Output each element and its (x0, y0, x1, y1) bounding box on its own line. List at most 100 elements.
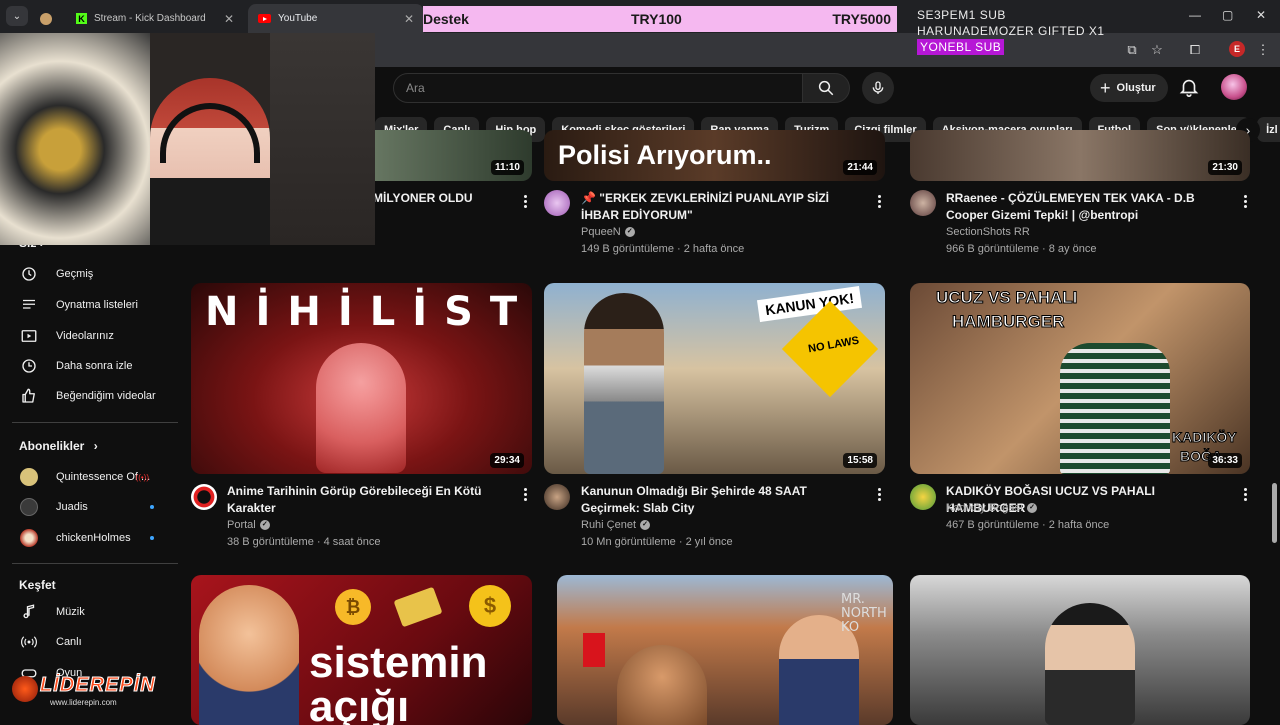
sidebar-item-label: Juadis (56, 501, 88, 513)
channel-avatar (20, 498, 38, 516)
install-app-icon[interactable]: ⧉ (1123, 41, 1141, 59)
thumbnail-text: NİHİLİST (205, 289, 532, 335)
tab-youtube[interactable]: YouTube ✕ (248, 4, 424, 33)
video-menu-button[interactable] (517, 484, 533, 504)
video-menu-button[interactable] (871, 484, 887, 504)
sub-alert-line: SE3PEM1 SUB (917, 8, 1006, 22)
sidebar-item-history[interactable]: Geçmiş (19, 260, 169, 288)
close-tab-icon[interactable]: ✕ (224, 12, 234, 26)
bookmark-star-icon[interactable]: ☆ (1148, 41, 1166, 59)
sidebar-item-live[interactable]: Canlı (19, 628, 169, 656)
donation-goal: TRY5000 (832, 11, 891, 27)
verified-icon: ✓ (259, 520, 270, 530)
video-thumbnail[interactable]: MR. NORTH KO (557, 575, 893, 725)
extensions-icon[interactable]: ⧠ (1186, 41, 1204, 59)
video-thumbnail[interactable]: ₿ $ sistemin açığı (191, 575, 532, 725)
sidebar-sub-chickenholmes[interactable]: chickenHolmes (19, 524, 169, 552)
channel-avatar[interactable] (191, 484, 217, 510)
music-icon (19, 602, 39, 622)
video-title[interactable]: 📌 "ERKEK ZEVKLERİNİZİ PUANLAYIP SİZİ İHB… (581, 190, 866, 224)
video-thumbnail[interactable]: KANUN YOK! NO LAWS 15:58 (544, 283, 885, 474)
sidebar-divider (12, 563, 178, 564)
channel-name[interactable]: Kadıköy Boğası ✓ (946, 502, 1038, 514)
video-menu-button[interactable] (517, 191, 533, 211)
account-avatar[interactable] (1221, 74, 1247, 100)
minimize-icon[interactable]: — (1189, 8, 1201, 22)
video-menu-button[interactable] (871, 191, 887, 211)
sidebar-item-your-videos[interactable]: Videolarınız (19, 322, 169, 350)
new-content-dot (150, 505, 154, 509)
sidebar-item-label: Beğendiğim videolar (56, 390, 156, 402)
thumbnail-person (1060, 343, 1170, 474)
browser-menu-icon[interactable]: ⋮ (1254, 41, 1272, 59)
tab-kick-dashboard[interactable]: K Stream - Kick Dashboard ✕ (66, 4, 244, 33)
new-content-dot (150, 536, 154, 540)
channel-avatar (20, 468, 38, 486)
sidebar-item-watch-later[interactable]: Daha sonra izle (19, 352, 169, 380)
video-title[interactable]: Kanunun Olmadığı Bir Şehirde 48 SAAT Geç… (581, 483, 866, 517)
duration-badge: 29:34 (490, 453, 524, 468)
youtube-icon (258, 14, 271, 23)
sub-alert-line: YONEBL SUB (917, 39, 1005, 55)
sidebar-sub-juadis[interactable]: Juadis (19, 493, 169, 521)
sidebar-item-liked-videos[interactable]: Beğendiğim videolar (19, 382, 169, 410)
video-title[interactable]: ...MİLYONER OLDU (363, 190, 513, 207)
channel-avatar[interactable] (910, 484, 936, 510)
gold-bar-icon (393, 586, 443, 628)
tab-title: Stream - Kick Dashboard (94, 13, 206, 24)
thumbnail-text: KADIKÖY (1172, 429, 1238, 446)
maximize-icon[interactable]: ▢ (1222, 8, 1233, 22)
create-button[interactable]: + Oluştur (1090, 74, 1168, 102)
search-input[interactable] (394, 74, 802, 102)
kick-icon: K (76, 13, 87, 24)
channel-avatar[interactable] (910, 190, 936, 216)
sponsor-watermark: LİDEREPİN www.liderepin.com (12, 672, 192, 712)
webcam-overlay (0, 33, 375, 245)
video-title[interactable]: RRaenee - ÇÖZÜLEMEYEN TEK VAKA - D.B Coo… (946, 190, 1231, 224)
sidebar-subscriptions-header[interactable]: Abonelikler › (19, 439, 98, 453)
duration-badge: 21:44 (843, 160, 877, 175)
turkish-flag (583, 633, 605, 667)
video-thumbnail[interactable] (910, 575, 1250, 725)
duration-badge: 36:33 (1208, 453, 1242, 468)
channel-name[interactable]: SectionShots RR (946, 226, 1030, 238)
video-thumbnail[interactable]: Polisi Arıyorum.. 21:44 (544, 130, 885, 181)
microphone-icon (872, 81, 884, 94)
sidebar-item-label: chickenHolmes (56, 532, 131, 544)
video-menu-button[interactable] (1237, 191, 1253, 211)
sidebar-sub-quintessence[interactable]: Quintessence Of ... ((•)) (19, 463, 169, 491)
search-icon (818, 80, 834, 96)
chip-watched[interactable]: İzl (1257, 117, 1280, 142)
search-button[interactable] (802, 73, 850, 103)
notifications-button[interactable] (1178, 76, 1200, 103)
video-thumbnail[interactable]: UCUZ VS PAHALI HAMBURGER KADIKÖY BOĞA 36… (910, 283, 1250, 474)
playlist-icon (19, 295, 39, 315)
donation-goal-bar: Destek TRY100 TRY5000 (423, 6, 897, 32)
webcam-tapestry (0, 33, 150, 245)
channel-name[interactable]: Portal ✓ (227, 519, 270, 531)
sidebar-item-music[interactable]: Müzik (19, 598, 169, 626)
sidebar-item-label: Oynatma listeleri (56, 299, 138, 311)
verified-icon: ✓ (1027, 503, 1038, 513)
close-tab-icon[interactable]: ✕ (404, 12, 414, 26)
thumbnail-person (1045, 603, 1135, 725)
video-title[interactable]: Anime Tarihinin Görüp Görebileceği En Kö… (227, 483, 512, 517)
profile-avatar[interactable]: E (1229, 41, 1245, 57)
bell-icon (1179, 79, 1199, 97)
watch-later-icon (19, 356, 39, 376)
voice-search-button[interactable] (862, 72, 894, 104)
close-window-icon[interactable]: ✕ (1256, 8, 1266, 22)
channel-avatar[interactable] (544, 484, 570, 510)
video-thumbnail[interactable]: 21:30 (910, 130, 1250, 181)
video-thumbnail[interactable]: NİHİLİST 29:34 (191, 283, 532, 474)
page-scrollbar[interactable] (1272, 483, 1277, 543)
tab-search-button[interactable]: ⌄ (6, 6, 28, 26)
search-box[interactable] (393, 73, 803, 103)
thumbnail-person (584, 293, 664, 474)
sidebar-item-playlists[interactable]: Oynatma listeleri (19, 291, 169, 319)
video-menu-button[interactable] (1237, 484, 1253, 504)
channel-avatar[interactable] (544, 190, 570, 216)
tab-pinned[interactable] (34, 4, 60, 33)
channel-name[interactable]: Ruhi Çenet ✓ (581, 519, 651, 531)
channel-name[interactable]: PqueeN ✓ (581, 226, 635, 238)
